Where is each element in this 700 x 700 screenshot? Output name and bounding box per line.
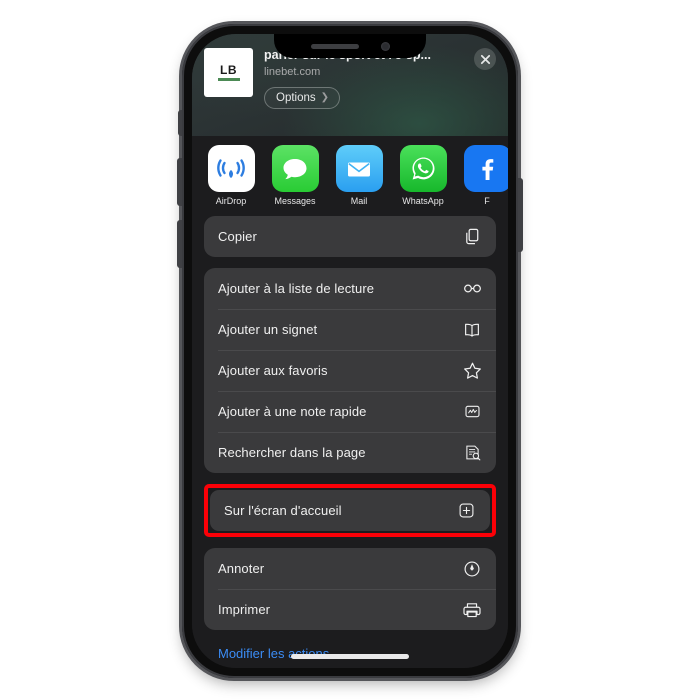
messages-icon: [271, 145, 319, 192]
book-icon: [461, 319, 483, 341]
action-group-markup: Annoter Imprimer: [204, 548, 496, 630]
volume-down-button[interactable]: [177, 220, 184, 268]
action-row-add-favorite[interactable]: Ajouter aux favoris: [204, 350, 496, 391]
share-app-label: Messages: [274, 196, 316, 206]
action-label: Annoter: [218, 561, 265, 576]
action-group-bookmarks: Ajouter à la liste de lecture Ajouter un…: [204, 268, 496, 473]
action-group-home-screen: Sur l'écran d'accueil: [210, 490, 490, 531]
action-row-add-to-home-screen[interactable]: Sur l'écran d'accueil: [210, 490, 490, 531]
copy-icon: [461, 226, 483, 248]
action-label: Ajouter à la liste de lecture: [218, 281, 375, 296]
printer-icon: [461, 599, 483, 621]
share-action-list: Copier Ajouter à la liste de lecture Ajo…: [192, 213, 508, 668]
highlight-box-home-screen: Sur l'écran d'accueil: [204, 484, 496, 537]
speaker-grille-icon: [310, 43, 359, 49]
share-app-facebook[interactable]: F: [462, 145, 508, 206]
share-app-label: AirDrop: [215, 196, 247, 206]
action-label: Rechercher dans la page: [218, 445, 366, 460]
power-button[interactable]: [516, 178, 523, 252]
share-app-label: Mail: [350, 196, 368, 206]
favicon-accent-bar: [217, 78, 240, 81]
notch: [274, 34, 426, 58]
site-favicon: LB: [204, 48, 253, 97]
phone-screen: LB parier sur le sport et l'e-sp... line…: [192, 34, 508, 668]
action-row-copier[interactable]: Copier: [204, 216, 496, 257]
share-app-row: AirDrop Messages Mail WhatsApp F: [192, 136, 508, 213]
share-app-airdrop[interactable]: AirDrop: [206, 145, 256, 206]
airdrop-icon: [207, 145, 255, 192]
page-domain: linebet.com: [264, 65, 321, 78]
action-label: Ajouter aux favoris: [218, 363, 328, 378]
action-group-copy: Copier: [204, 216, 496, 257]
home-indicator[interactable]: [291, 654, 409, 659]
action-label: Imprimer: [218, 602, 271, 617]
action-label: Ajouter à une note rapide: [218, 404, 367, 419]
action-row-find-in-page[interactable]: Rechercher dans la page: [204, 432, 496, 473]
options-label: Options: [276, 91, 316, 104]
share-app-whatsapp[interactable]: WhatsApp: [398, 145, 448, 206]
edit-actions-row[interactable]: Modifier les actions...: [204, 641, 496, 663]
facebook-icon: [463, 145, 508, 192]
action-label: Copier: [218, 229, 257, 244]
quick-note-icon: [461, 401, 483, 423]
markup-pen-icon: [461, 558, 483, 580]
share-app-messages[interactable]: Messages: [270, 145, 320, 206]
share-app-mail[interactable]: Mail: [334, 145, 384, 206]
volume-up-button[interactable]: [177, 158, 184, 206]
favicon-label: LB: [220, 63, 237, 77]
chevron-right-icon: ❯: [320, 91, 330, 103]
action-row-quick-note[interactable]: Ajouter à une note rapide: [204, 391, 496, 432]
share-app-label: F: [484, 196, 490, 206]
action-row-add-bookmark[interactable]: Ajouter un signet: [204, 309, 496, 350]
action-row-print[interactable]: Imprimer: [204, 589, 496, 630]
share-app-label: WhatsApp: [402, 196, 444, 206]
action-row-reading-list[interactable]: Ajouter à la liste de lecture: [204, 268, 496, 309]
options-button[interactable]: Options ❯: [264, 86, 341, 109]
action-label: Ajouter un signet: [218, 322, 318, 337]
silent-switch-button[interactable]: [178, 110, 184, 136]
mail-icon: [335, 145, 383, 192]
glasses-icon: [461, 278, 483, 300]
action-row-annotate[interactable]: Annoter: [204, 548, 496, 589]
share-sheet: LB parier sur le sport et l'e-sp... line…: [192, 34, 508, 668]
front-camera-icon: [380, 41, 390, 51]
close-button[interactable]: [474, 48, 496, 70]
find-in-page-icon: [461, 442, 483, 464]
add-to-home-icon: [455, 500, 477, 522]
action-label: Sur l'écran d'accueil: [224, 503, 342, 518]
close-icon: [480, 54, 490, 64]
star-icon: [461, 360, 483, 382]
whatsapp-icon: [399, 145, 447, 192]
